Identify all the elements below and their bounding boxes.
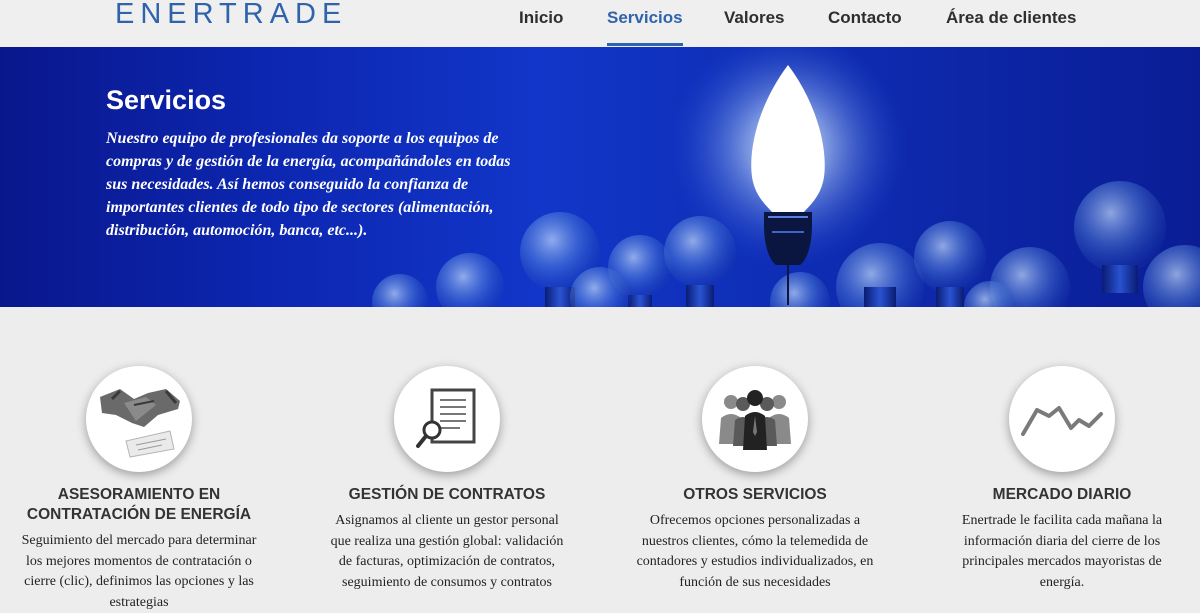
hero-title: Servicios xyxy=(106,85,227,115)
people-group-icon[interactable] xyxy=(702,366,808,472)
service-title: ASESORAMIENTO EN CONTRATACIÓN DE ENERGÍA xyxy=(26,486,252,523)
nav-item-valores[interactable]: Valores xyxy=(724,8,785,46)
nav-item-inicio[interactable]: Inicio xyxy=(519,8,563,46)
site-header: ENERTRADE Inicio Servicios Valores Conta… xyxy=(0,0,1200,47)
line-chart-icon[interactable] xyxy=(1009,366,1115,472)
service-description: Seguimiento del mercado para determinar … xyxy=(21,533,257,610)
nav-item-area-clientes[interactable]: Área de clientes xyxy=(946,8,1076,46)
service-title: MERCADO DIARIO xyxy=(992,486,1132,503)
service-title: GESTIÓN DE CONTRATOS xyxy=(348,486,546,503)
service-description: Ofrecemos opciones personalizadas a nues… xyxy=(636,513,874,590)
service-otros: OTROS SERVICIOS Ofrecemos opciones perso… xyxy=(615,366,895,593)
nav-item-servicios[interactable]: Servicios xyxy=(607,8,683,46)
service-gestion-contratos: GESTIÓN DE CONTRATOS Asignamos al client… xyxy=(307,366,587,593)
service-title: OTROS SERVICIOS xyxy=(683,486,827,503)
service-mercado-diario: MERCADO DIARIO Enertrade le facilita cad… xyxy=(922,366,1200,593)
hero-banner: Servicios Nuestro equipo de profesionale… xyxy=(0,47,1200,307)
service-description: Enertrade le facilita cada mañana la inf… xyxy=(961,513,1163,590)
service-description: Asignamos al cliente un gestor personal … xyxy=(330,513,564,590)
contract-document-icon[interactable] xyxy=(394,366,500,472)
service-asesoramiento: ASESORAMIENTO EN CONTRATACIÓN DE ENERGÍA… xyxy=(0,366,279,613)
site-logo[interactable]: ENERTRADE xyxy=(115,0,347,31)
handshake-icon[interactable] xyxy=(86,366,192,472)
hero-description: Nuestro equipo de profesionales da sopor… xyxy=(106,130,511,239)
nav-item-contacto[interactable]: Contacto xyxy=(828,8,902,46)
